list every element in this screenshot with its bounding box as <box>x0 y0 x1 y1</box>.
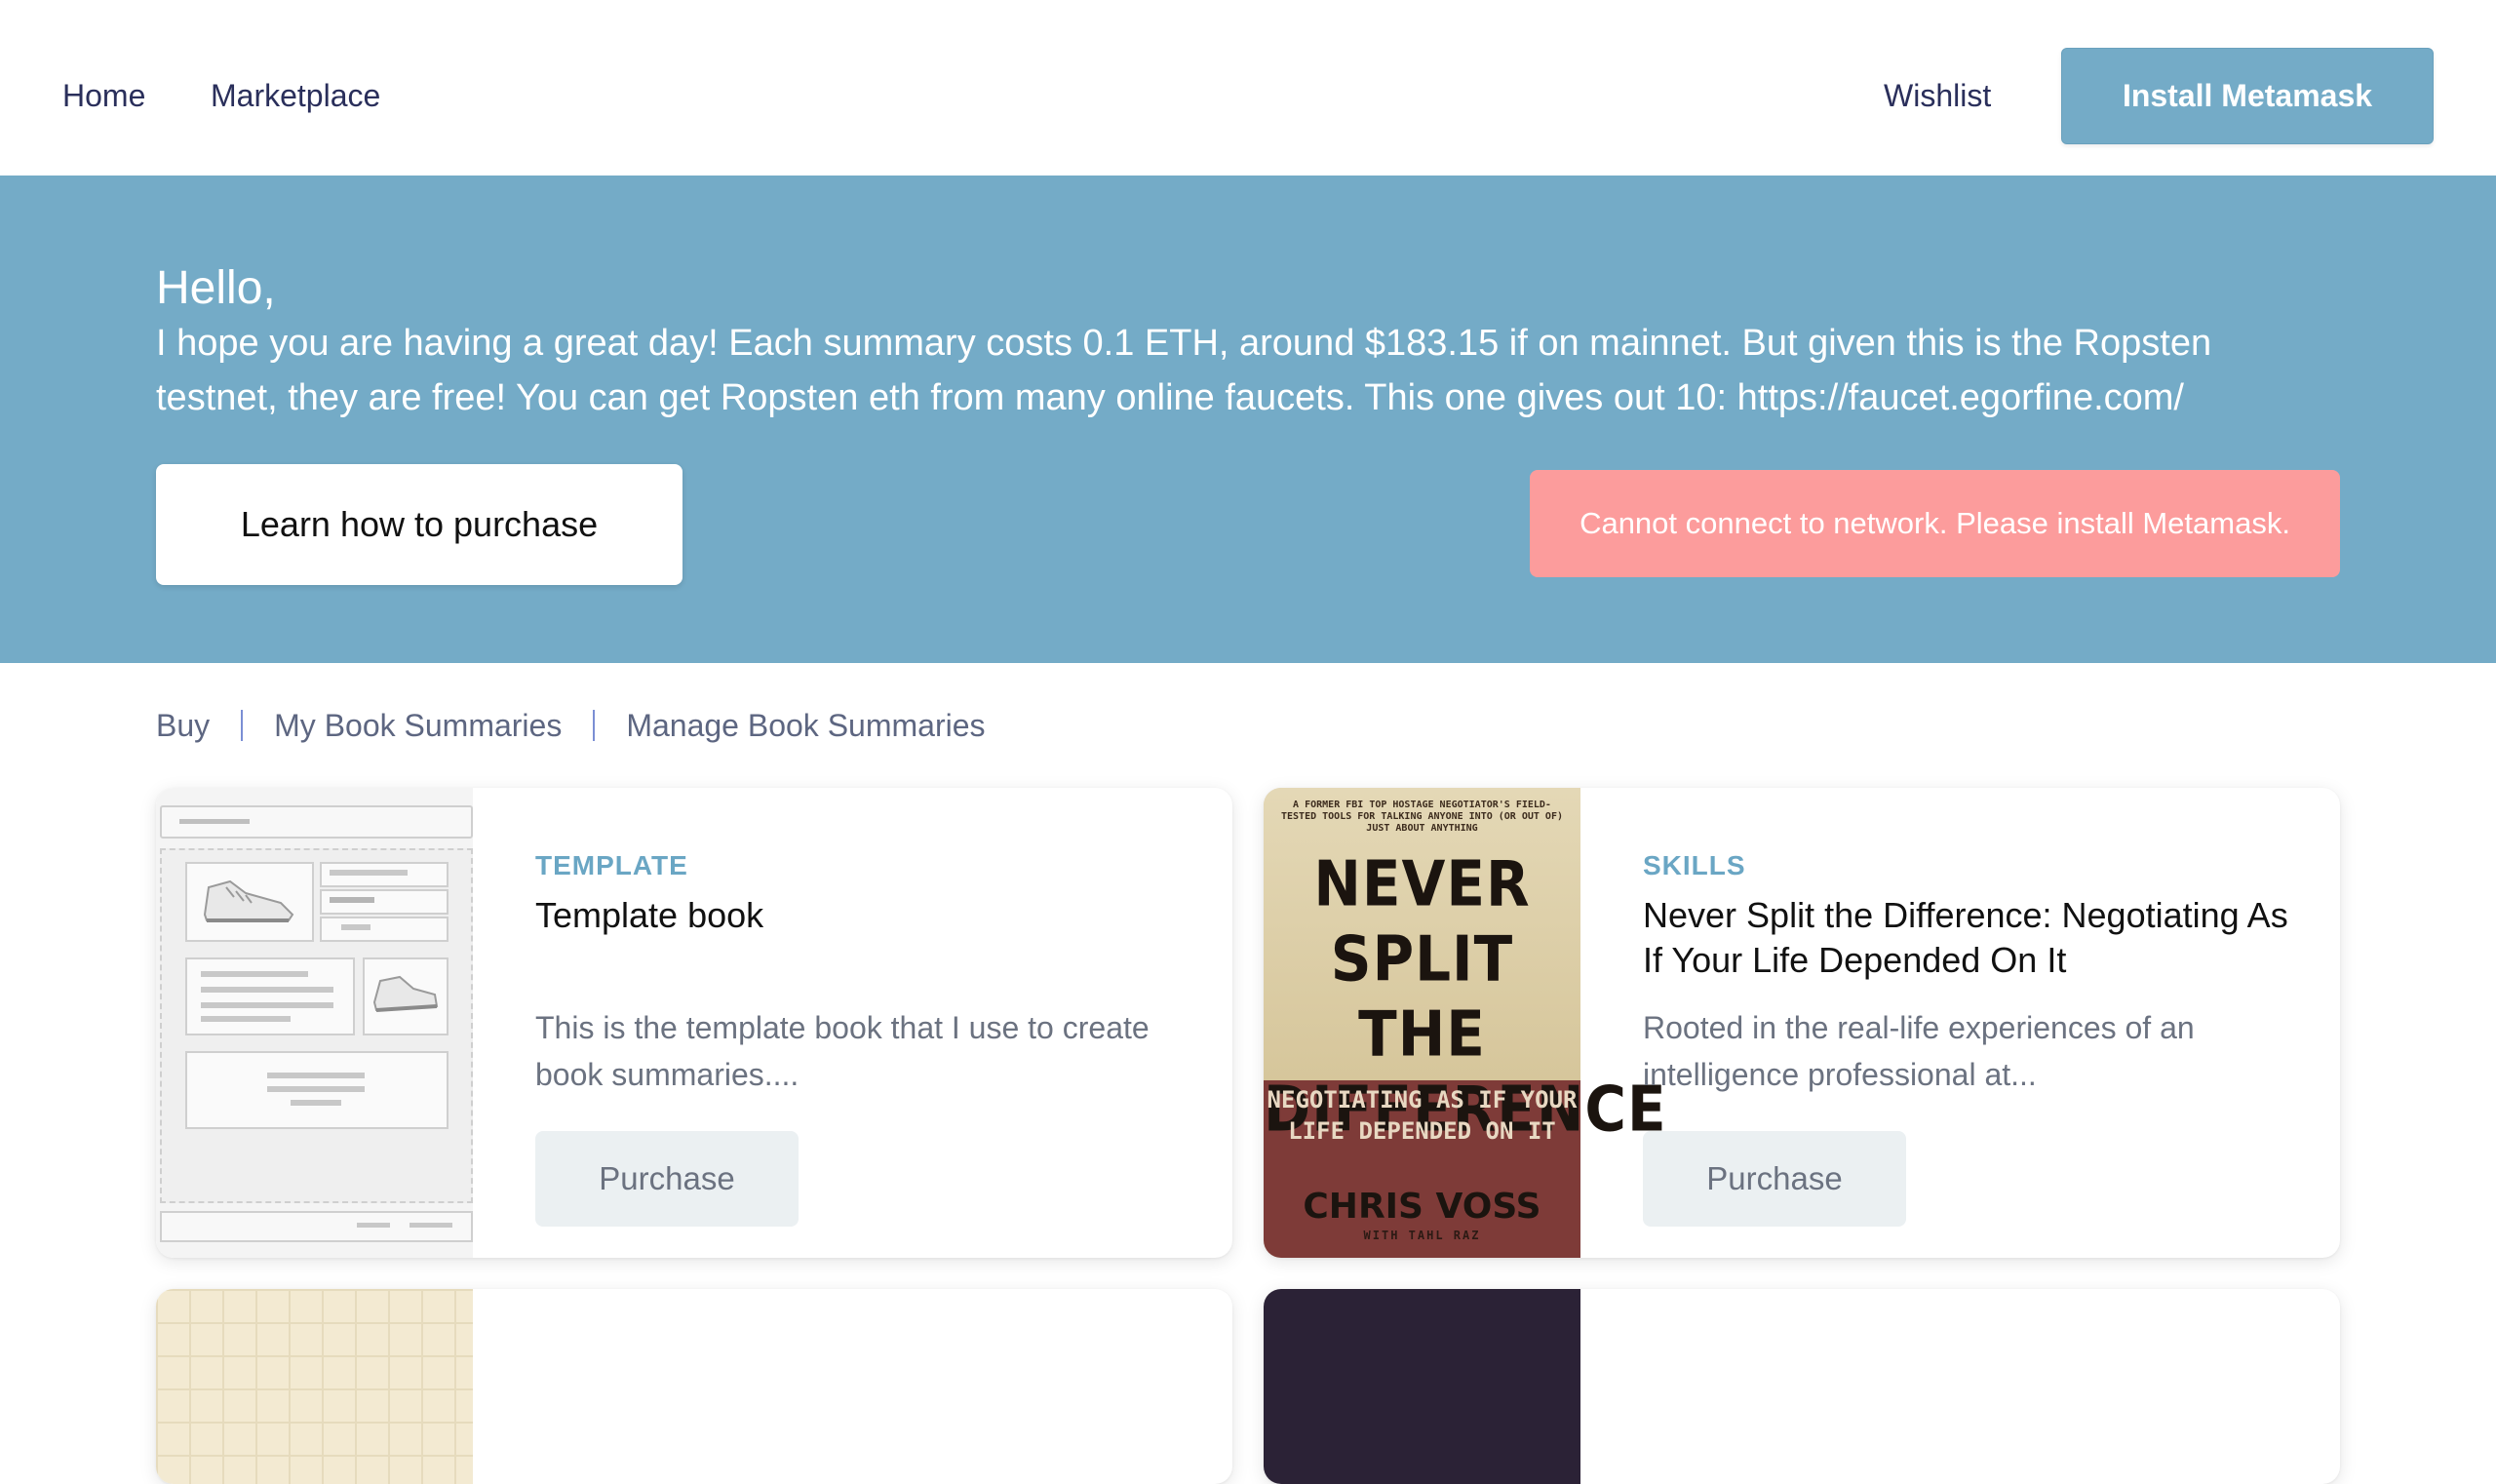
tab-my-book-summaries[interactable]: My Book Summaries <box>274 704 562 747</box>
purchase-button[interactable]: Purchase <box>1643 1131 1906 1227</box>
book-card <box>1264 1289 2340 1484</box>
book-title[interactable]: Never Split the Difference: Negotiating … <box>1643 893 2306 983</box>
hero-banner: Hello, I hope you are having a great day… <box>0 176 2496 663</box>
tab-buy[interactable]: Buy <box>156 704 210 747</box>
network-error-alert: Cannot connect to network. Please instal… <box>1530 470 2340 577</box>
book-category: SKILLS <box>1643 850 1746 880</box>
purchase-button[interactable]: Purchase <box>535 1131 799 1227</box>
book-card: TEMPLATE Template book This is the templ… <box>156 788 1232 1258</box>
hero-message: I hope you are having a great day! Each … <box>156 323 2212 418</box>
book-category: TEMPLATE <box>535 850 688 880</box>
book-title[interactable]: Template book <box>535 893 1198 938</box>
nav-wishlist-link[interactable]: Wishlist <box>1884 74 1991 117</box>
tab-manage-book-summaries[interactable]: Manage Book Summaries <box>626 704 985 747</box>
book-card: A FORMER FBI TOP HOSTAGE NEGOTIATOR'S FI… <box>1264 788 2340 1258</box>
cover-tagline: A FORMER FBI TOP HOSTAGE NEGOTIATOR'S FI… <box>1281 800 1563 834</box>
summary-tabs: Buy My Book Summaries Manage Book Summar… <box>156 704 986 747</box>
book-thumbnail-image <box>156 1289 473 1484</box>
tab-divider <box>241 710 244 741</box>
book-thumbnail-image <box>156 788 473 1258</box>
book-description: This is the template book that I use to … <box>535 1010 1150 1092</box>
tab-divider <box>593 710 596 741</box>
hero-greeting: Hello, <box>156 262 276 314</box>
book-cover-image: A FORMER FBI TOP HOSTAGE NEGOTIATOR'S FI… <box>1264 788 1666 1258</box>
nav-home-link[interactable]: Home <box>62 74 145 117</box>
book-card-body: SKILLS Never Split the Difference: Negot… <box>1643 846 2306 983</box>
top-navbar: Home Marketplace Wishlist Install Metama… <box>0 0 2496 176</box>
cover-coauthor: WITH TAHL RAZ <box>1363 1229 1481 1242</box>
book-cover-image <box>1264 1289 1580 1484</box>
book-card-body: TEMPLATE Template book <box>535 846 1198 938</box>
book-description: Rooted in the real-life experiences of a… <box>1643 1010 2195 1092</box>
cover-subtitle: NEGOTIATING AS IF YOUR LIFE DEPENDED ON … <box>1267 1086 1578 1145</box>
learn-how-to-purchase-button[interactable]: Learn how to purchase <box>156 464 682 585</box>
cover-author: CHRIS VOSS <box>1303 1187 1541 1227</box>
nav-marketplace-link[interactable]: Marketplace <box>211 74 380 117</box>
book-card <box>156 1289 1232 1484</box>
install-metamask-button[interactable]: Install Metamask <box>2061 48 2434 144</box>
